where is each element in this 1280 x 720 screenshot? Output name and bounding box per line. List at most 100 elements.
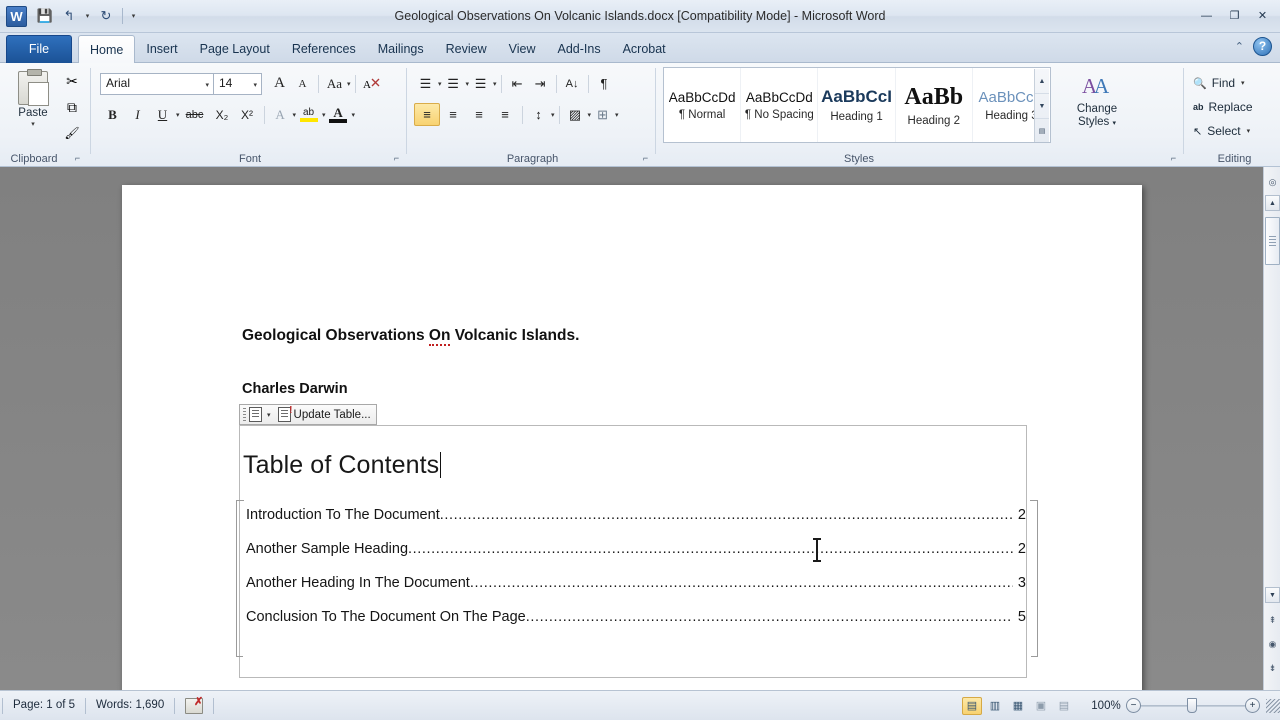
strikethrough-button[interactable]: abc: [180, 103, 210, 126]
proofing-status-button[interactable]: [175, 698, 213, 714]
numbering-icon[interactable]: ☰: [442, 72, 465, 95]
subscript-button[interactable]: X₂: [210, 103, 235, 126]
view-draft-button[interactable]: ▤: [1054, 697, 1074, 715]
underline-dropdown-icon[interactable]: ▾: [176, 111, 180, 119]
show-formatting-marks-icon[interactable]: ¶: [593, 72, 616, 95]
close-button[interactable]: ✕: [1249, 6, 1276, 25]
paste-dropdown-icon[interactable]: ▾: [8, 120, 58, 128]
align-right-button[interactable]: ≡: [466, 103, 492, 126]
tab-mailings[interactable]: Mailings: [367, 35, 435, 63]
scroll-down-button[interactable]: ▼: [1265, 587, 1280, 603]
view-print-layout-button[interactable]: ▤: [962, 697, 982, 715]
view-full-screen-reading-button[interactable]: ▥: [985, 697, 1005, 715]
tab-add-ins[interactable]: Add-Ins: [546, 35, 611, 63]
font-size-dropdown-icon[interactable]: ▾: [253, 81, 257, 89]
zoom-level-label[interactable]: 100%: [1086, 700, 1126, 712]
clipboard-dialog-launcher-icon[interactable]: ⌐: [72, 153, 83, 164]
select-dropdown-icon[interactable]: ▾: [1247, 127, 1251, 135]
zoom-slider[interactable]: [1141, 698, 1245, 713]
collapse-ribbon-icon[interactable]: ⌃: [1235, 40, 1244, 53]
cut-icon[interactable]: ✂: [60, 69, 84, 93]
styles-scroll-down-icon[interactable]: ▼: [1035, 94, 1049, 119]
style-no-spacing[interactable]: AaBbCcDd ¶ No Spacing: [741, 68, 818, 142]
borders-dropdown-icon[interactable]: ▾: [615, 111, 619, 119]
styles-more-icon[interactable]: ▤: [1035, 119, 1049, 143]
zoom-out-button[interactable]: −: [1126, 698, 1141, 713]
replace-button[interactable]: ab Replace: [1193, 95, 1277, 119]
format-painter-icon[interactable]: 🖌: [60, 121, 84, 145]
underline-button[interactable]: U: [150, 103, 175, 126]
grow-font-icon[interactable]: A: [268, 72, 291, 95]
styles-gallery-scrollbar[interactable]: ▲ ▼ ▤: [1034, 69, 1049, 143]
align-center-button[interactable]: ≡: [440, 103, 466, 126]
zoom-in-button[interactable]: +: [1245, 698, 1260, 713]
toc-dropdown-icon[interactable]: ▾: [267, 411, 271, 419]
line-spacing-icon[interactable]: ↕: [527, 103, 550, 126]
content-control-tab[interactable]: ▾ ! Update Table...: [239, 404, 377, 425]
minimize-button[interactable]: —: [1193, 6, 1220, 25]
bullets-dropdown-icon[interactable]: ▾: [438, 80, 442, 88]
multilevel-dropdown-icon[interactable]: ▾: [493, 80, 497, 88]
style-heading-1[interactable]: AaBbCcI Heading 1: [818, 68, 895, 142]
style-normal[interactable]: AaBbCcDd ¶ Normal: [664, 68, 741, 142]
italic-button[interactable]: I: [125, 103, 150, 126]
superscript-button[interactable]: X²: [235, 103, 260, 126]
text-effects-icon[interactable]: A: [269, 103, 292, 126]
styles-dialog-launcher-icon[interactable]: ⌐: [1168, 153, 1179, 164]
shrink-font-icon[interactable]: A: [291, 72, 314, 95]
tab-home[interactable]: Home: [78, 35, 135, 64]
borders-icon[interactable]: ⊞: [591, 103, 614, 126]
tab-insert[interactable]: Insert: [135, 35, 188, 63]
toc-icon[interactable]: [249, 407, 262, 422]
change-case-icon[interactable]: Aa: [323, 72, 346, 95]
increase-indent-icon[interactable]: ⇥: [529, 72, 552, 95]
content-control-grip-icon[interactable]: [243, 408, 246, 421]
scroll-up-button[interactable]: ▲: [1265, 195, 1280, 211]
document-page[interactable]: Geological Observations On Volcanic Isla…: [122, 185, 1142, 720]
highlight-color-icon[interactable]: ab: [296, 103, 321, 126]
restore-button[interactable]: ❐: [1221, 6, 1248, 25]
scrollbar-thumb[interactable]: [1265, 217, 1280, 265]
paragraph-dialog-launcher-icon[interactable]: ⌐: [640, 153, 651, 164]
justify-button[interactable]: ≡: [492, 103, 518, 126]
copy-icon[interactable]: ⧉: [60, 95, 84, 119]
view-web-layout-button[interactable]: ▦: [1008, 697, 1028, 715]
clear-formatting-icon[interactable]: A: [360, 72, 383, 95]
word-count[interactable]: Words: 1,690: [86, 696, 174, 715]
change-styles-dropdown-icon[interactable]: ▾: [1113, 120, 1117, 127]
window-resize-grip[interactable]: [1266, 699, 1280, 713]
tab-references[interactable]: References: [281, 35, 367, 63]
tab-view[interactable]: View: [498, 35, 547, 63]
styles-scroll-up-icon[interactable]: ▲: [1035, 69, 1049, 94]
shading-icon[interactable]: ▨: [564, 103, 587, 126]
next-page-icon[interactable]: ⇟: [1264, 659, 1280, 678]
paste-button[interactable]: Paste ▾: [8, 67, 58, 143]
tab-file[interactable]: File: [6, 35, 72, 63]
decrease-indent-icon[interactable]: ⇤: [506, 72, 529, 95]
bold-button[interactable]: B: [100, 103, 125, 126]
find-button[interactable]: 🔍 Find ▾: [1193, 71, 1277, 95]
vertical-scrollbar[interactable]: ◎ ▲ ▼ ⇞ ◉ ⇟: [1263, 167, 1280, 690]
align-left-button[interactable]: ≡: [414, 103, 440, 126]
document-canvas[interactable]: Geological Observations On Volcanic Isla…: [0, 167, 1280, 690]
multilevel-list-icon[interactable]: ☰: [469, 72, 492, 95]
split-window-icon[interactable]: ◎: [1264, 173, 1280, 192]
bullets-icon[interactable]: ☰: [414, 72, 437, 95]
font-color-dropdown-icon[interactable]: ▾: [352, 111, 356, 119]
font-name-input[interactable]: Arial ▾: [100, 73, 214, 95]
view-outline-button[interactable]: ▣: [1031, 697, 1051, 715]
zoom-slider-thumb[interactable]: [1187, 698, 1197, 713]
font-dialog-launcher-icon[interactable]: ⌐: [391, 153, 402, 164]
tab-page-layout[interactable]: Page Layout: [189, 35, 281, 63]
toc-entry[interactable]: Another Heading In The Document ........…: [246, 575, 1026, 609]
font-size-input[interactable]: 14 ▾: [214, 73, 262, 95]
update-table-label[interactable]: Update Table...: [294, 409, 371, 421]
previous-page-icon[interactable]: ⇞: [1264, 611, 1280, 630]
toc-entry[interactable]: Conclusion To The Document On The Page .…: [246, 609, 1026, 643]
help-icon[interactable]: ?: [1253, 37, 1272, 56]
change-case-dropdown-icon[interactable]: ▾: [347, 80, 351, 88]
tab-review[interactable]: Review: [435, 35, 498, 63]
font-color-icon[interactable]: A: [326, 103, 351, 126]
select-browse-object-icon[interactable]: ◉: [1264, 635, 1280, 654]
page-indicator[interactable]: Page: 1 of 5: [3, 696, 85, 715]
